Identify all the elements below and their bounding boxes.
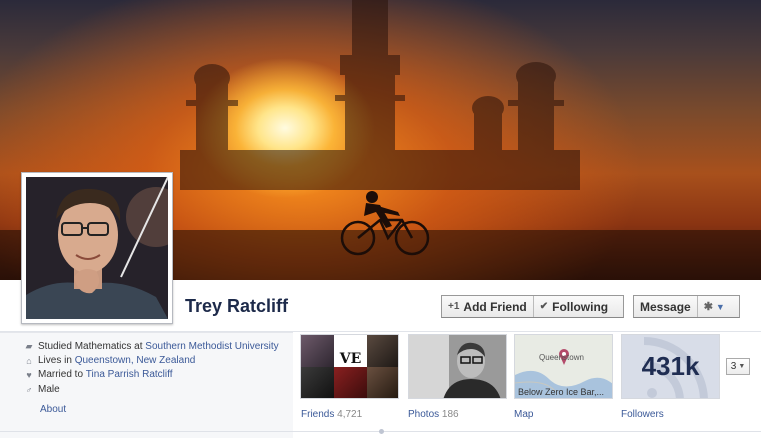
friend-photo (301, 335, 334, 367)
chevron-down-icon: ▼ (738, 363, 746, 370)
education-link[interactable]: Southern Methodist University (145, 341, 278, 352)
gear-icon: ✱ (703, 301, 713, 313)
add-friend-label: Add Friend (463, 299, 527, 314)
map-label: Map (514, 409, 534, 420)
following-label: Following (552, 299, 609, 314)
settings-dropdown-button[interactable]: ✱ ▼ (696, 296, 731, 317)
map-pin-label: Below Zero Ice Bar,... (518, 387, 605, 397)
friends-label: Friends (301, 409, 335, 420)
friend-button-group: +1 Add Friend ✔ Following (441, 295, 624, 318)
info-education: ▰ Studied Mathematics at Southern Method… (24, 341, 279, 352)
heart-icon: ♥ (26, 369, 32, 380)
profile-picture[interactable] (21, 172, 173, 324)
followers-thumbnail[interactable]: 431k (621, 334, 720, 399)
house-icon: ⌂ (26, 355, 32, 366)
about-link[interactable]: About (40, 404, 66, 415)
checkmark-icon: ✔ (539, 301, 549, 312)
gender-label: Male (38, 384, 60, 395)
map-thumbnail[interactable]: Queenstown Below Zero Ice Bar,... (514, 334, 613, 399)
photos-count: 186 (441, 409, 459, 420)
message-button-group: Message ✱ ▼ (633, 295, 740, 318)
friend-photo (367, 367, 398, 398)
relationship-prefix: Married to (38, 369, 84, 380)
profile-name[interactable]: Trey Ratcliff (185, 296, 288, 317)
followers-label: Followers (621, 409, 664, 420)
scroll-indicator (379, 429, 384, 434)
more-sections-value: 3 (730, 361, 737, 372)
profile-portrait (26, 177, 168, 319)
friend-photo (367, 335, 398, 367)
info-location: ⌂ Lives in Queenstown, New Zealand (24, 355, 195, 366)
more-sections-dropdown[interactable]: 3 ▼ (726, 358, 750, 375)
graduation-cap-icon: ▰ (25, 341, 33, 351)
education-prefix: Studied Mathematics at (38, 341, 143, 352)
info-gender: ♂ Male (24, 384, 60, 395)
friends-grid: VE (301, 335, 398, 398)
add-friend-icon: +1 (448, 301, 460, 312)
location-prefix: Lives in (38, 355, 72, 366)
profile-picture-image (26, 177, 168, 319)
friend-photo: VE (334, 335, 367, 367)
message-button[interactable]: Message (634, 296, 697, 317)
friend-photo-text: VE (339, 351, 362, 367)
info-relationship: ♥ Married to Tina Parrish Ratcliff (24, 369, 173, 380)
chevron-down-icon: ▼ (715, 301, 725, 312)
profile-page: Trey Ratcliff +1 Add Friend ✔ Following … (0, 0, 761, 438)
friend-photo (301, 367, 334, 398)
map-place-label: Queenstown (539, 353, 584, 362)
photos-thumbnail[interactable] (408, 334, 507, 399)
following-button[interactable]: ✔ Following (532, 296, 614, 317)
followers-count: 431k (641, 351, 700, 381)
friends-thumbnail[interactable]: VE (300, 334, 399, 399)
male-icon: ♂ (25, 384, 33, 395)
photos-link[interactable]: Photos 186 (408, 409, 459, 420)
map-link[interactable]: Map (514, 409, 533, 420)
friend-photo (334, 367, 367, 398)
add-friend-button[interactable]: +1 Add Friend (442, 296, 533, 317)
followers-link[interactable]: Followers (621, 409, 664, 420)
relationship-link[interactable]: Tina Parrish Ratcliff (86, 369, 173, 380)
photos-label: Photos (408, 409, 440, 420)
location-link[interactable]: Queenstown, New Zealand (75, 355, 196, 366)
friends-count: 4,721 (337, 409, 363, 420)
friends-link[interactable]: Friends 4,721 (301, 409, 362, 420)
message-label: Message (640, 299, 691, 314)
photos-image (409, 335, 506, 398)
